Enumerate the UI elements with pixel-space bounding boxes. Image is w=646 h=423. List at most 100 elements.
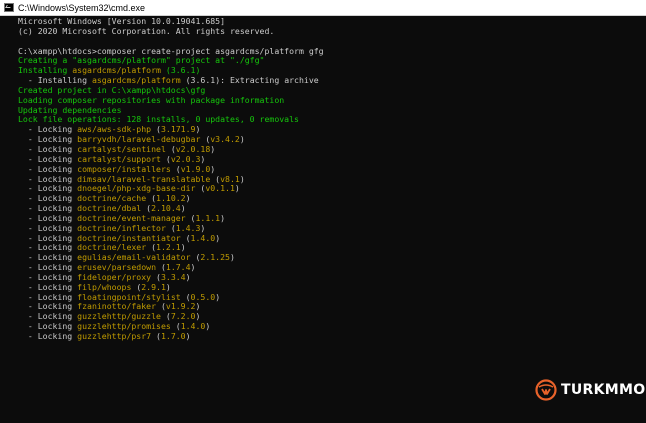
console-text: 1.2.1 (156, 242, 181, 253)
console-text: 1.4.0 (180, 321, 206, 332)
console-text: cartalyst/sentinel (77, 143, 166, 154)
console-text: ( (165, 143, 176, 154)
console-text: ( (141, 203, 152, 214)
console-text: - Installing (18, 75, 92, 86)
console-text: ( (180, 291, 191, 302)
console-text: dnoegel/php-xdg-base-dir (77, 183, 196, 194)
console-text: Lock file operations: 128 installs, 0 up… (18, 114, 299, 125)
console-text: ) (200, 222, 206, 233)
console-text: C:\xampp\htdocs>composer create-project … (18, 45, 324, 56)
console-text: erusev/parsedown (77, 262, 157, 273)
console-text: aws/aws-sdk-php (77, 124, 152, 135)
console-text: ( (195, 183, 206, 194)
console-text: - Locking (18, 173, 78, 184)
console-text: - Locking (18, 163, 78, 174)
console-text: - Locking (18, 281, 78, 292)
console-text: ) (229, 252, 235, 263)
console-text: - Locking (18, 301, 78, 312)
console-text: ) (210, 143, 216, 154)
console-text: guzzlehttp/psr7 (77, 331, 152, 341)
console-text: - Locking (18, 321, 78, 332)
console-text: 0.5.0 (190, 291, 216, 302)
console-output[interactable]: Microsoft Windows [Version 10.0.19041.68… (0, 15, 646, 423)
console-text: guzzlehttp/guzzle (77, 311, 161, 322)
console-text: ( (170, 163, 181, 174)
console-text: 2.1.25 (200, 252, 230, 263)
console-text: composer/installers (77, 163, 171, 174)
console-text: - Locking (18, 183, 78, 194)
console-text: - Locking (18, 252, 78, 263)
console-text: 1.7.4 (165, 262, 191, 273)
console-text: 3.171.9 (160, 124, 196, 135)
console-text: ) (210, 163, 216, 174)
console-text: ( (160, 153, 171, 164)
console-text: 7.2.0 (170, 311, 196, 322)
console-text: Creating a "asgardcms/platform" project … (18, 55, 265, 66)
console-text: 3.3.4 (160, 271, 186, 282)
console-text: ( (146, 193, 157, 204)
console-text: ) (220, 212, 226, 223)
console-text: asgardcms/platform (91, 75, 181, 86)
console-text: doctrine/event-manager (77, 212, 186, 223)
console-text: ( (170, 321, 181, 332)
console-text: 2.10.4 (151, 203, 181, 214)
console-text: 1.10.2 (156, 193, 186, 204)
console-text: Loading composer repositories with packa… (18, 94, 285, 105)
window-titlebar[interactable]: C:\Windows\System32\cmd.exe (0, 0, 646, 16)
console-text: ( (210, 173, 221, 184)
console-text: ( (165, 222, 176, 233)
console-text: ) (165, 281, 171, 292)
console-text: - Locking (18, 193, 78, 204)
console-text: - Locking (18, 262, 78, 273)
console-text: fideloper/proxy (77, 271, 152, 282)
console-text: ) (185, 193, 191, 204)
console-line: - Locking guzzlehttp/psr7 (1.7.0) (18, 331, 324, 342)
console-text: asgardcms/platform (72, 65, 161, 76)
console-text: - Locking (18, 291, 78, 302)
console-text: v3.4.2 (210, 134, 240, 145)
console-text: Installing (18, 65, 73, 76)
console-text: dimsav/laravel-translatable (77, 173, 211, 184)
console-text: ) (195, 301, 201, 312)
console-text: ( (146, 242, 157, 253)
console-text: doctrine/instantiator (77, 232, 181, 243)
console-text: ) (180, 203, 186, 214)
console-text: v1.9.2 (165, 301, 196, 312)
console-text: ( (180, 232, 191, 243)
console-text: barryvdh/laravel-debugbar (77, 134, 201, 145)
console-text: ) (239, 134, 245, 145)
console-text: ) (239, 173, 245, 184)
console-text: 1.4.3 (175, 222, 201, 233)
console-text: 2.9.1 (141, 281, 166, 292)
console-text: - Locking (18, 143, 78, 154)
console-text: - Locking (18, 212, 78, 223)
console-text: ( (151, 124, 161, 135)
console-text: - Locking (18, 124, 78, 135)
console-text: (3.6.1) (160, 65, 201, 76)
console-lines: Microsoft Windows [Version 10.0.19041.68… (18, 16, 324, 342)
console-text: 1.1.1 (195, 212, 221, 223)
console-text: v2.0.3 (170, 153, 201, 164)
watermark-text: TURKMMO (561, 382, 646, 398)
console-text: - Locking (18, 153, 78, 164)
console-text: ) (200, 153, 206, 164)
console-text: ( (200, 134, 211, 145)
console-text: doctrine/lexer (77, 242, 147, 253)
console-text: ) (185, 331, 191, 341)
console-text: v1.9.0 (180, 163, 211, 174)
console-text: - Locking (18, 134, 78, 145)
console-text: doctrine/cache (77, 193, 147, 204)
console-text: Microsoft Windows [Version 10.0.19041.68… (18, 16, 226, 26)
window-title: C:\Windows\System32\cmd.exe (18, 2, 146, 13)
console-text: (c) 2020 Microsoft Corporation. All righ… (18, 25, 275, 36)
console-text: ) (180, 242, 186, 253)
console-text: v2.0.18 (175, 143, 211, 154)
console-text: - Locking (18, 331, 78, 341)
console-text: ( (190, 252, 201, 263)
console-text: cartalyst/support (77, 153, 161, 164)
turkmmo-logo-icon (535, 379, 557, 401)
console-text: ) (215, 232, 221, 243)
watermark-logo: TURKMMO (535, 379, 645, 401)
console-text: floatingpoint/stylist (77, 291, 181, 302)
console-text: ) (195, 124, 201, 135)
